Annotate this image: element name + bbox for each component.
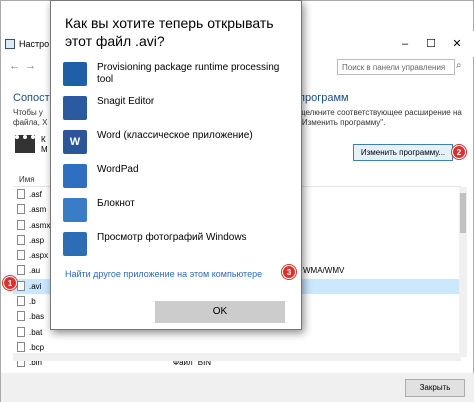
file-icon: [17, 204, 25, 215]
search-icon[interactable]: ⌕: [456, 60, 462, 71]
extension-label: .aspx: [29, 251, 49, 261]
package-icon: [63, 62, 87, 86]
bottom-bar: [1, 373, 474, 402]
app-label: Просмотр фотографий Windows: [97, 232, 247, 243]
minimize-icon[interactable]: –: [397, 37, 413, 51]
file-icon: [17, 280, 25, 291]
page-heading-right: программ: [299, 92, 349, 104]
file-icon: [17, 311, 25, 322]
app-label: Snagit Editor: [97, 96, 155, 107]
scrollbar-thumb[interactable]: [460, 193, 466, 233]
callout-badge-2: 2: [452, 145, 466, 159]
app-option-word[interactable]: W Word (классическое приложение): [63, 127, 291, 161]
extension-label: .asmx: [29, 220, 51, 230]
app-label: Provisioning package runtime processing …: [97, 62, 280, 85]
forward-arrow-icon[interactable]: →: [25, 60, 36, 72]
back-arrow-icon[interactable]: ←: [9, 60, 20, 72]
file-icon: [17, 234, 25, 245]
app-label: WordPad: [97, 164, 139, 175]
extension-label: .b: [29, 297, 36, 307]
extension-label: .bas: [29, 312, 45, 322]
file-icon: [17, 326, 25, 337]
word-icon: W: [63, 130, 87, 154]
file-icon: [17, 250, 25, 261]
callout-badge-1: 1: [3, 276, 17, 290]
open-with-dialog: Как вы хотите теперь открывать этот файл…: [50, 0, 302, 330]
maximize-icon[interactable]: ☐: [423, 37, 439, 51]
close-button[interactable]: Закрыть: [405, 379, 465, 397]
file-icon: [17, 219, 25, 230]
ok-button[interactable]: OK: [155, 301, 285, 323]
find-other-app-link[interactable]: Найти другое приложение на этом компьюте…: [65, 269, 262, 279]
app-option-photo-viewer[interactable]: Просмотр фотографий Windows: [63, 229, 291, 263]
extension-label: .asm: [29, 205, 47, 215]
window-title: Настро: [19, 39, 50, 49]
horizontal-scrollbar[interactable]: [13, 353, 461, 361]
film-icon: [15, 135, 35, 153]
page-heading-left: Сопост: [13, 92, 50, 104]
app-option-snagit[interactable]: Snagit Editor: [63, 93, 291, 127]
change-program-button[interactable]: Изменить программу...: [353, 144, 453, 161]
wordpad-icon: [63, 164, 87, 188]
row-description: WMA/WMV: [303, 266, 345, 276]
file-icon: [17, 189, 25, 199]
file-icon: [17, 265, 25, 276]
description-right: щелкните соответствующее расширение на "…: [299, 108, 462, 127]
extension-label: .avi: [29, 281, 42, 291]
extension-label: .bat: [29, 327, 43, 337]
vertical-scrollbar[interactable]: [459, 187, 467, 357]
file-icon: [17, 341, 25, 352]
description-left: Чтобы у файла, Х: [13, 108, 48, 127]
app-label: Блокнот: [97, 198, 135, 209]
app-option-notepad[interactable]: Блокнот: [63, 195, 291, 229]
app-list: Provisioning package runtime processing …: [63, 59, 291, 263]
snagit-icon: [63, 96, 87, 120]
control-panel-icon: [5, 39, 15, 49]
search-input[interactable]: Поиск в панели управления: [337, 59, 455, 75]
column-name-header[interactable]: Имя: [19, 175, 35, 184]
dialog-title: Как вы хотите теперь открывать этот файл…: [65, 15, 274, 49]
photo-viewer-icon: [63, 232, 87, 256]
app-option-wordpad[interactable]: WordPad: [63, 161, 291, 195]
close-icon[interactable]: ✕: [449, 37, 465, 51]
extension-label: .asp: [29, 235, 45, 245]
notepad-icon: [63, 198, 87, 222]
extension-label: .bcp: [29, 342, 45, 352]
extension-label: .au: [29, 266, 41, 276]
extension-label: .asf: [29, 190, 42, 199]
app-option-provisioning[interactable]: Provisioning package runtime processing …: [63, 59, 291, 93]
app-label: Word (классическое приложение): [97, 130, 253, 141]
file-icon: [17, 296, 25, 307]
callout-badge-3: 3: [282, 265, 296, 279]
